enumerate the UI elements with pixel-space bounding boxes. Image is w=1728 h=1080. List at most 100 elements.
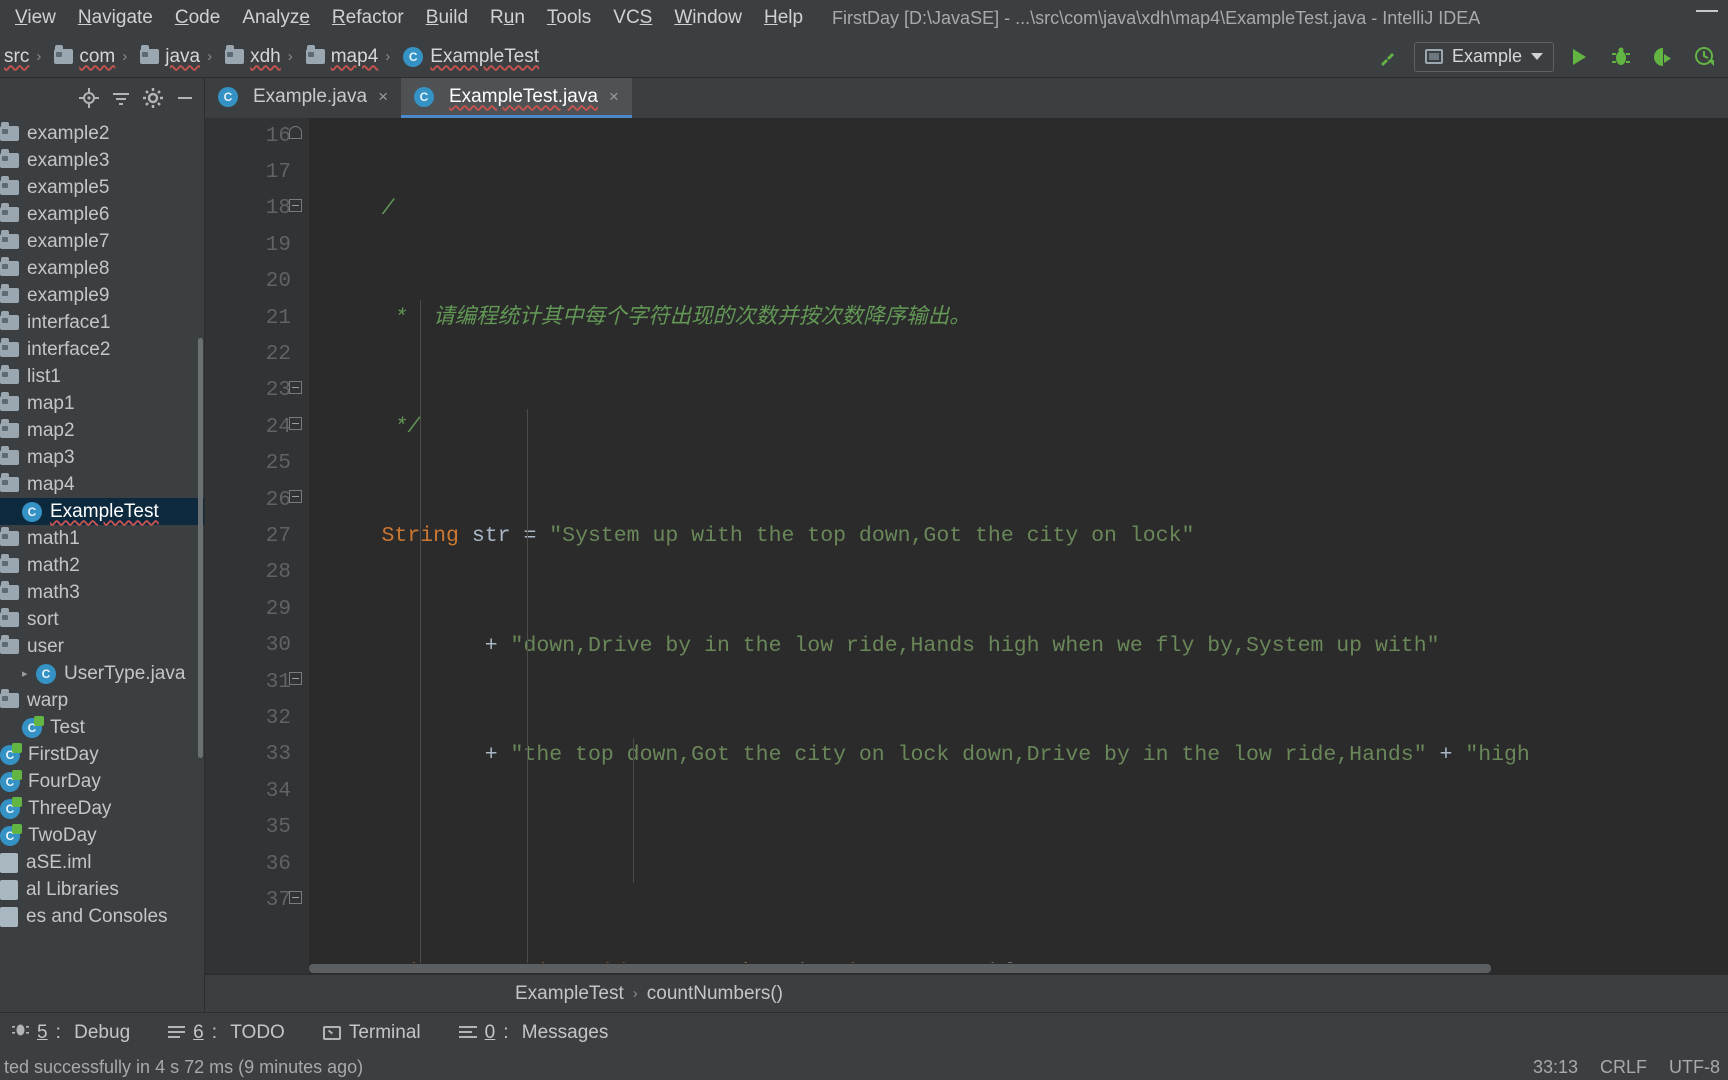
tab-example-java[interactable]: C Example.java × [205,78,401,118]
sidebar-item-example7[interactable]: example7 [0,228,204,255]
close-icon[interactable]: × [609,87,619,107]
breadcrumb-label: ExampleTest [430,45,540,67]
tool-button-todo[interactable]: 6: TODO [162,1020,291,1046]
sidebar-item-example6[interactable]: example6 [0,201,204,228]
tool-button-label: TODO [230,1021,285,1043]
folder-icon [0,527,19,546]
project-tree[interactable]: example2 example3 example5 example6 example7… [0,118,204,1012]
sidebar-item-exampletest[interactable]: C ExampleTest [0,498,204,525]
sidebar-item-threeday[interactable]: C ThreeDay [0,795,204,822]
sidebar-item-twoday[interactable]: C TwoDay [0,822,204,849]
breadcrumb-item-src[interactable]: src › [0,46,50,68]
file-icon [0,852,18,873]
sidebar-item-label: example7 [27,230,110,252]
fold-marker[interactable] [289,891,303,905]
menu-item-build[interactable]: Build [415,6,479,30]
menu-item-tools[interactable]: Tools [536,6,602,30]
sidebar-item-map3[interactable]: map3 [0,444,204,471]
sidebar-item-usertype-java[interactable]: ▸ C UserType.java [0,660,204,687]
sidebar-item-list1[interactable]: list1 [0,363,204,390]
tool-button-messages[interactable]: 0: Messages [453,1020,615,1046]
sidebar-item-label: ThreeDay [28,797,112,819]
sidebar-item-label: user [27,635,64,657]
runnable-java-class-icon: C [0,769,22,792]
fold-marker[interactable] [289,126,303,140]
file-encoding[interactable]: UTF-8 [1669,1057,1720,1078]
caret-position[interactable]: 33:13 [1533,1057,1578,1078]
sidebar-item-example8[interactable]: example8 [0,255,204,282]
menu-item-refactor[interactable]: Refactor [321,6,415,30]
hide-tool-window-icon[interactable] [170,84,200,112]
sidebar-item-interface2[interactable]: interface2 [0,336,204,363]
breadcrumb-class[interactable]: ExampleTest [515,983,624,1005]
sidebar-item-user[interactable]: user [0,633,204,660]
sidebar-item-example2[interactable]: example2 [0,120,204,147]
settings-gear-icon[interactable] [138,84,168,112]
menu-item-navigate[interactable]: Navigate [67,6,164,30]
tab-exampletest-java[interactable]: C ExampleTest.java × [401,78,632,118]
fold-marker[interactable] [289,381,303,395]
sidebar-item-math1[interactable]: math1 [0,525,204,552]
menu-item-code[interactable]: Code [164,6,231,30]
breadcrumb-separator-icon: › [36,48,42,65]
breadcrumb-separator-icon: › [207,48,213,65]
menu-item-window[interactable]: Window [663,6,753,30]
breadcrumb-method[interactable]: countNumbers() [647,983,783,1005]
editor-hscrollbar-thumb[interactable] [309,964,1491,973]
menu-item-help[interactable]: Help [753,6,814,30]
menu-item-view[interactable]: View [4,6,67,30]
sidebar-item-example9[interactable]: example9 [0,282,204,309]
fold-marker[interactable] [289,199,303,213]
sidebar-item-test[interactable]: C Test [0,714,204,741]
sidebar-item-warp[interactable]: warp [0,687,204,714]
breadcrumb-item-java[interactable]: java › [136,45,221,68]
menu-item-run[interactable]: Run [479,6,536,30]
sidebar-item-map1[interactable]: map1 [0,390,204,417]
build-hammer-icon[interactable] [1372,42,1406,72]
sidebar-item-ase-iml[interactable]: aSE.iml [0,849,204,876]
sidebar-item-es-and-consoles[interactable]: es and Consoles [0,903,204,930]
sidebar-item-example3[interactable]: example3 [0,147,204,174]
window-minimize-button[interactable] [1696,10,1718,12]
line-separator[interactable]: CRLF [1600,1057,1647,1078]
close-icon[interactable]: × [378,87,388,107]
fold-marker[interactable] [289,672,303,686]
locate-icon[interactable] [74,84,104,112]
menu-item-vcs[interactable]: VCS [602,6,663,30]
tool-button-index: 0 [484,1021,496,1043]
sidebar-item-al-libraries[interactable]: al Libraries [0,876,204,903]
code-folding-column[interactable] [283,118,309,974]
sidebar-item-label: ExampleTest [50,500,159,522]
fold-marker[interactable] [289,417,303,431]
sidebar-item-example5[interactable]: example5 [0,174,204,201]
file-icon [0,879,18,900]
breadcrumb-item-map4[interactable]: map4 › [302,45,400,68]
fold-marker[interactable] [289,490,303,504]
chevron-right-icon[interactable]: ▸ [22,667,36,680]
menu-item-analyze[interactable]: Analyze [231,6,321,30]
sidebar-scrollbar[interactable] [198,338,203,758]
breadcrumb-label: java [165,45,201,67]
run-configuration-selector[interactable]: Example [1413,41,1554,72]
code-editor[interactable]: 16 17 18 19 20 21 22 23 24 25 26 27 28 29 30 31 32 33 34 35… [205,118,1728,974]
folder-icon [0,554,19,573]
debug-icon[interactable] [1604,42,1638,72]
sidebar-item-math2[interactable]: math2 [0,552,204,579]
run-with-coverage-icon[interactable] [1646,42,1680,72]
profile-icon[interactable] [1688,42,1722,72]
sidebar-item-map4[interactable]: map4 [0,471,204,498]
breadcrumb-item-xdh[interactable]: xdh › [221,45,302,68]
sidebar-item-math3[interactable]: math3 [0,579,204,606]
sidebar-item-interface1[interactable]: interface1 [0,309,204,336]
tool-button-debug[interactable]: 5: Debug [6,1019,136,1046]
sidebar-item-fourday[interactable]: C FourDay [0,768,204,795]
sidebar-item-map2[interactable]: map2 [0,417,204,444]
sidebar-item-firstday[interactable]: C FirstDay [0,741,204,768]
code-text[interactable]: / * 请编程统计其中每个字符出现的次数并按次数降序输出。 */ String … [309,118,1728,974]
breadcrumb-item-exampletest[interactable]: C ExampleTest [399,46,543,68]
sidebar-item-sort[interactable]: sort [0,606,204,633]
tool-button-terminal[interactable]: Terminal [317,1020,427,1046]
run-icon[interactable] [1562,42,1596,72]
collapse-all-icon[interactable] [106,84,136,112]
breadcrumb-item-com[interactable]: com › [50,45,136,68]
